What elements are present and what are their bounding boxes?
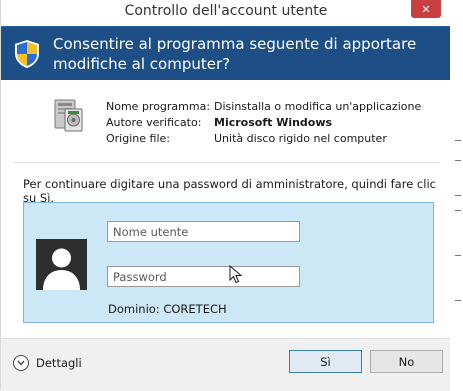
username-input[interactable] [107,221,300,242]
verified-publisher-label: Autore verificato: [106,116,202,129]
background-fragment [455,195,461,196]
yes-button[interactable]: Sì [289,350,362,373]
mouse-pointer-icon [229,265,243,284]
title-bar[interactable]: Controllo dell'account utente ✕ [1,0,451,26]
program-name-value: Disinstalla o modifica un'applicazione [214,100,422,113]
background-fragment [455,140,461,141]
banner-line-1: Consentire al programma seguente di appo… [53,35,417,53]
verified-publisher-value: Microsoft Windows [214,116,333,129]
program-icon [54,99,83,132]
close-icon: ✕ [421,2,431,16]
chevron-down-circle-icon [13,355,29,371]
background-fragment [455,160,461,161]
close-button[interactable]: ✕ [411,0,441,18]
divider [13,162,440,163]
password-input[interactable] [107,266,300,287]
details-label: Dettagli [36,356,82,370]
program-info: Nome programma: Autore verificato: Origi… [1,80,451,162]
background-fragment [455,210,461,211]
domain-label: Dominio: CORETECH [108,302,227,316]
details-toggle[interactable]: Dettagli [13,355,82,371]
no-button[interactable]: No [370,350,443,373]
uac-shield-icon [15,40,39,68]
prompt-banner: Consentire al programma seguente di appo… [1,26,451,81]
info-labels: Nome programma: Autore verificato: Origi… [106,99,210,147]
banner-question: Consentire al programma seguente di appo… [53,34,433,74]
instruction-text: Per continuare digitare una password di … [23,177,436,205]
program-name-label: Nome programma: [106,100,211,113]
user-avatar [36,239,87,290]
background-fragment [455,255,461,256]
file-origin-label: Origine file: [106,132,170,145]
uac-dialog: Controllo dell'account utente ✕ Consenti… [0,0,451,391]
background-fragment [455,300,461,301]
credential-panel[interactable]: Dominio: CORETECH [23,202,434,323]
window-title: Controllo dell'account utente [124,3,328,19]
dialog-footer: Dettagli Sì No [1,338,451,391]
info-values: Disinstalla o modifica un'applicazione M… [214,99,421,147]
file-origin-value: Unità disco rigido nel computer [214,132,387,145]
banner-line-2: modifiche al computer? [53,55,231,73]
user-avatar-icon [43,248,80,290]
